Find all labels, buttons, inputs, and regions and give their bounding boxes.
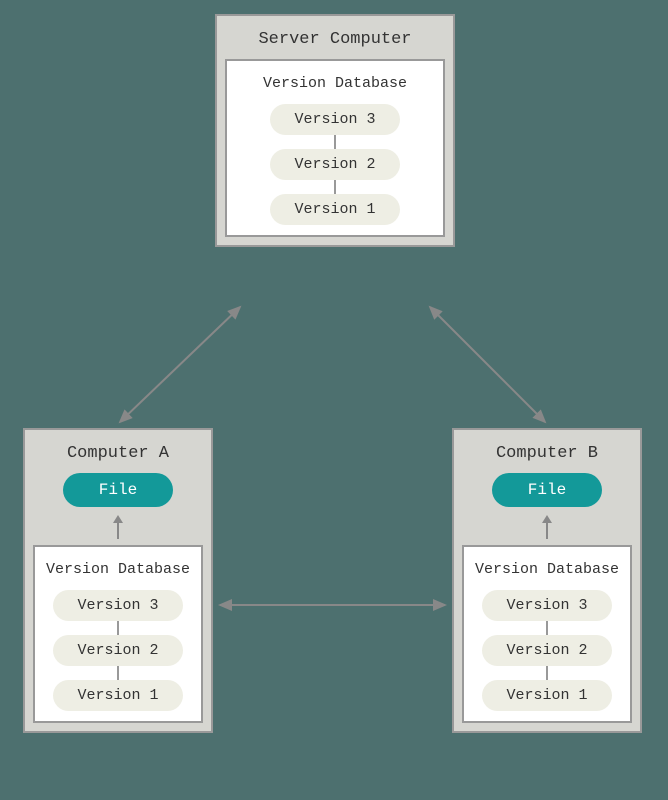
computer-b-db-title: Version Database xyxy=(472,557,622,590)
version-connector xyxy=(117,621,119,635)
version-pill: Version 1 xyxy=(53,680,183,711)
version-pill: Version 2 xyxy=(482,635,612,666)
version-pill: Version 2 xyxy=(270,149,400,180)
computer-a-title: Computer A xyxy=(33,438,203,473)
computer-a-file: File xyxy=(63,473,173,507)
server-computer: Server Computer Version Database Version… xyxy=(215,14,455,247)
computer-b-title: Computer B xyxy=(462,438,632,473)
version-connector xyxy=(334,180,336,194)
version-pill: Version 3 xyxy=(482,590,612,621)
version-pill: Version 2 xyxy=(53,635,183,666)
version-pill: Version 1 xyxy=(482,680,612,711)
computer-b-version-db: Version Database Version 3 Version 2 Ver… xyxy=(462,545,632,723)
version-connector xyxy=(546,666,548,680)
computer-b: Computer B File Version Database Version… xyxy=(452,428,642,733)
version-pill: Version 1 xyxy=(270,194,400,225)
server-db-title: Version Database xyxy=(235,71,435,104)
version-connector xyxy=(546,621,548,635)
version-pill: Version 3 xyxy=(270,104,400,135)
version-pill: Version 3 xyxy=(53,590,183,621)
version-connector xyxy=(117,666,119,680)
file-db-arrow-icon xyxy=(33,521,203,545)
computer-a: Computer A File Version Database Version… xyxy=(23,428,213,733)
file-db-arrow-icon xyxy=(462,521,632,545)
computer-a-version-db: Version Database Version 3 Version 2 Ver… xyxy=(33,545,203,723)
version-connector xyxy=(334,135,336,149)
computer-b-file: File xyxy=(492,473,602,507)
computer-a-db-title: Version Database xyxy=(43,557,193,590)
server-version-db: Version Database Version 3 Version 2 Ver… xyxy=(225,59,445,237)
server-title: Server Computer xyxy=(225,24,445,59)
